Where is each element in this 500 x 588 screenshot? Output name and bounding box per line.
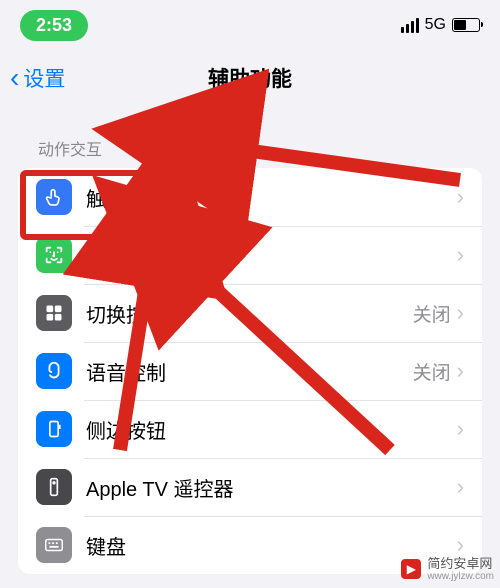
keyboard-icon: [36, 527, 72, 563]
row-voice-control[interactable]: 语音控制 关闭 ›: [18, 342, 482, 400]
row-faceid[interactable]: 面容ID与注视 ›: [18, 226, 482, 284]
touch-icon: [36, 179, 72, 215]
chevron-right-icon: ›: [457, 532, 464, 558]
battery-icon: [452, 18, 480, 32]
remote-icon: [36, 469, 72, 505]
chevron-right-icon: ›: [457, 416, 464, 442]
row-label: 触控: [86, 183, 457, 212]
row-label: Apple TV 遥控器: [86, 473, 457, 502]
chevron-right-icon: ›: [457, 300, 464, 326]
row-label: 语音控制: [86, 357, 413, 386]
row-touch[interactable]: 触控 ›: [18, 168, 482, 226]
watermark: ▶ 简约安卓网 www.jylzw.com: [401, 557, 494, 582]
chevron-right-icon: ›: [457, 242, 464, 268]
settings-list: 触控 › 面容ID与注视 › 切换控制 关闭 › 语音控制 关闭 › 侧边按钮 …: [18, 168, 482, 574]
chevron-left-icon: ‹: [10, 64, 19, 92]
back-label: 设置: [23, 63, 65, 93]
row-label: 键盘: [86, 531, 457, 560]
row-side-button[interactable]: 侧边按钮 ›: [18, 400, 482, 458]
chevron-right-icon: ›: [457, 474, 464, 500]
chevron-right-icon: ›: [457, 184, 464, 210]
status-indicators: 5G: [401, 16, 480, 34]
signal-icon: [401, 18, 419, 33]
row-value: 关闭: [413, 300, 451, 327]
row-switch-control[interactable]: 切换控制 关闭 ›: [18, 284, 482, 342]
section-header: 动作交互: [0, 106, 500, 168]
row-value: 关闭: [413, 358, 451, 385]
page-title: 辅助功能: [208, 63, 292, 93]
network-label: 5G: [425, 16, 446, 34]
row-label: 侧边按钮: [86, 415, 457, 444]
chevron-right-icon: ›: [457, 358, 464, 384]
watermark-title: 简约安卓网: [427, 557, 494, 571]
row-label: 面容ID与注视: [86, 241, 457, 270]
side-button-icon: [36, 411, 72, 447]
switch-control-icon: [36, 295, 72, 331]
watermark-logo-icon: ▶: [401, 559, 421, 579]
back-button[interactable]: ‹ 设置: [0, 63, 65, 93]
row-apple-tv-remote[interactable]: Apple TV 遥控器 ›: [18, 458, 482, 516]
row-label: 切换控制: [86, 299, 413, 328]
faceid-icon: [36, 237, 72, 273]
nav-bar: ‹ 设置 辅助功能: [0, 50, 500, 106]
voice-control-icon: [36, 353, 72, 389]
status-time: 2:53: [20, 10, 88, 41]
watermark-url: www.jylzw.com: [427, 571, 494, 582]
status-bar: 2:53 5G: [0, 0, 500, 50]
